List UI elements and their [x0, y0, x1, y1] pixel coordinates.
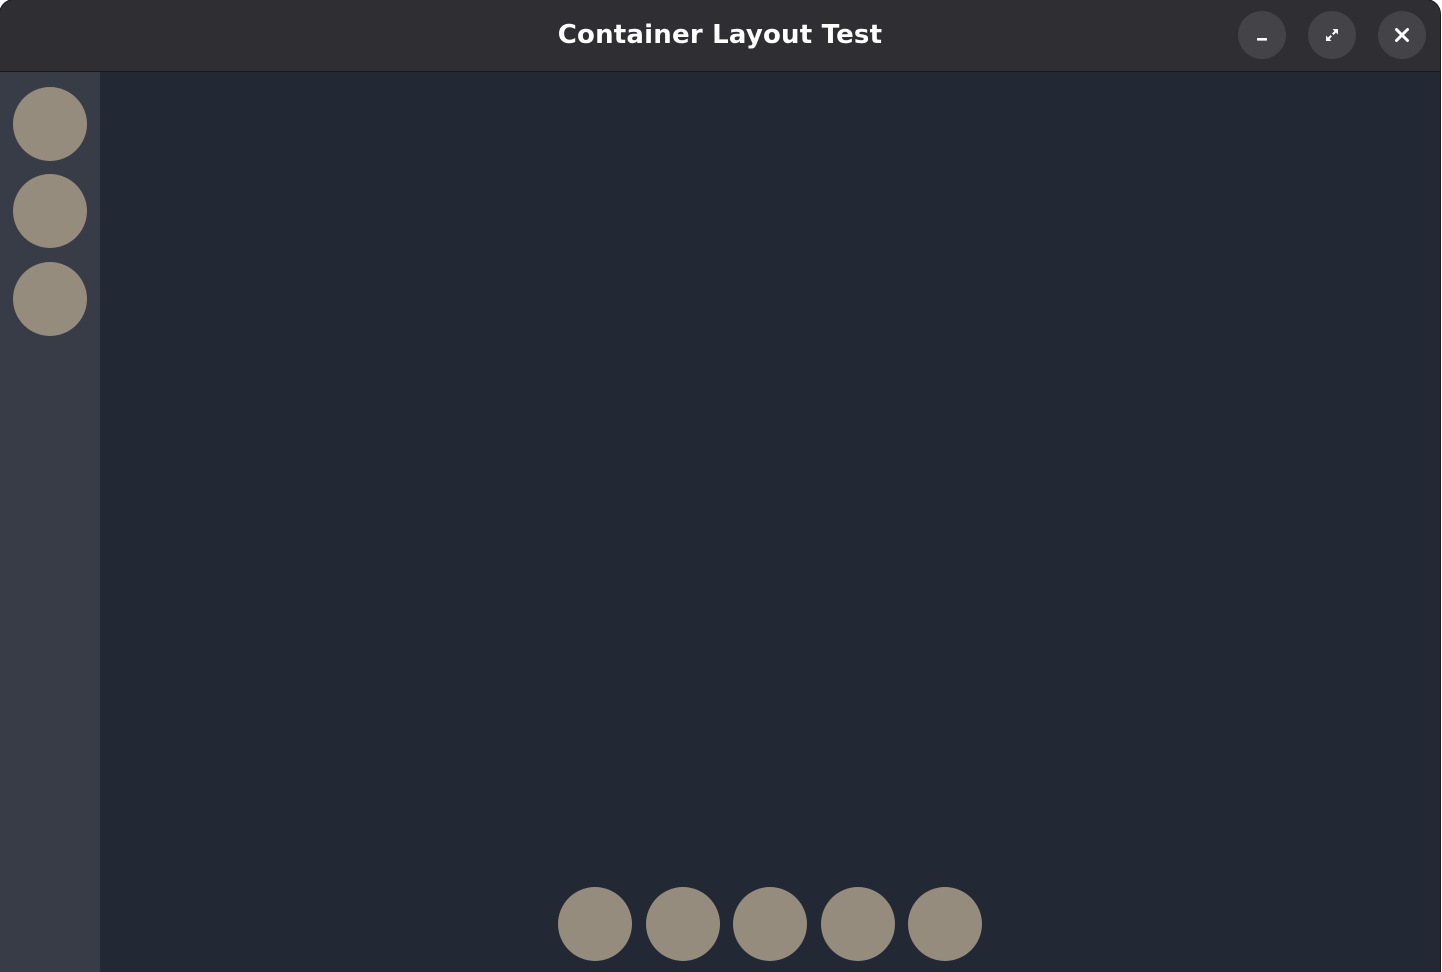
- close-icon: [1393, 26, 1411, 44]
- bottom-circle-5[interactable]: [908, 887, 982, 961]
- maximize-icon: [1323, 26, 1341, 44]
- bottom-circle-2[interactable]: [645, 887, 720, 961]
- bottom-circle-3[interactable]: [733, 887, 807, 961]
- minimize-icon: [1254, 27, 1270, 43]
- sidebar-circle-3[interactable]: [13, 262, 87, 336]
- content-area: [100, 72, 1440, 972]
- sidebar-circle-1[interactable]: [13, 87, 87, 161]
- sidebar-circle-2[interactable]: [13, 174, 87, 248]
- bottom-circle-4[interactable]: [820, 887, 895, 961]
- app-window: Container Layout Test: [0, 0, 1440, 972]
- close-button[interactable]: [1378, 11, 1426, 59]
- minimize-button[interactable]: [1238, 11, 1286, 59]
- title-bar[interactable]: Container Layout Test: [0, 0, 1440, 72]
- bottom-circle-1[interactable]: [558, 887, 632, 961]
- window-title: Container Layout Test: [557, 20, 883, 50]
- sidebar: [0, 72, 100, 972]
- maximize-button[interactable]: [1308, 11, 1356, 59]
- bottom-circle-row: [558, 887, 982, 961]
